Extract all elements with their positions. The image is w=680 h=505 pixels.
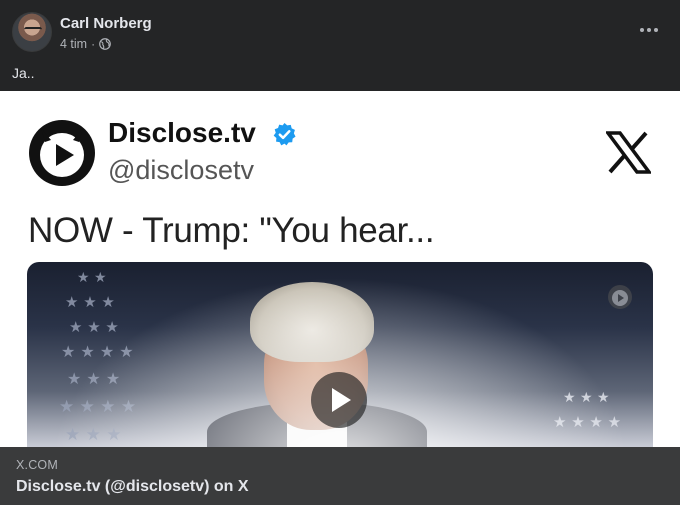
author-name[interactable]: Carl Norberg — [60, 15, 152, 32]
watermark-logo-icon — [608, 285, 632, 309]
x-logo-icon — [606, 131, 651, 174]
link-preview-image[interactable]: Disclose.tv @disclosetv NOW - Trump: "Yo… — [0, 91, 680, 447]
facebook-post: Carl Norberg 4 tim · Ja.. Disclose.tv @d… — [0, 0, 680, 505]
play-icon — [332, 388, 351, 412]
tweet-text: NOW - Trump: "You hear... — [28, 211, 435, 250]
meta-separator: · — [91, 37, 96, 51]
verified-badge-icon — [273, 123, 296, 146]
more-options-icon[interactable] — [638, 20, 660, 40]
account-name: Disclose.tv — [108, 117, 256, 148]
avatar[interactable] — [12, 12, 52, 52]
post-meta: 4 tim · — [60, 37, 111, 51]
post-header: Carl Norberg 4 tim · — [0, 0, 680, 60]
post-time[interactable]: 4 tim — [60, 37, 87, 51]
account-handle: @disclosetv — [108, 155, 254, 185]
disclosetv-logo-icon — [29, 120, 95, 186]
link-title[interactable]: Disclose.tv (@disclosetv) on X — [16, 478, 249, 496]
post-caption: Ja.. — [12, 65, 35, 81]
video-thumbnail[interactable]: ★ ★ ★ ★ ★ ★ ★ ★ ★ ★ ★ ★ ★ ★ ★ ★ ★ ★ ★ ★ … — [27, 262, 653, 447]
play-button[interactable] — [311, 372, 367, 428]
link-preview-footer[interactable]: X.COM Disclose.tv (@disclosetv) on X — [0, 447, 680, 505]
globe-icon[interactable] — [99, 38, 111, 50]
link-domain: X.COM — [16, 458, 58, 472]
